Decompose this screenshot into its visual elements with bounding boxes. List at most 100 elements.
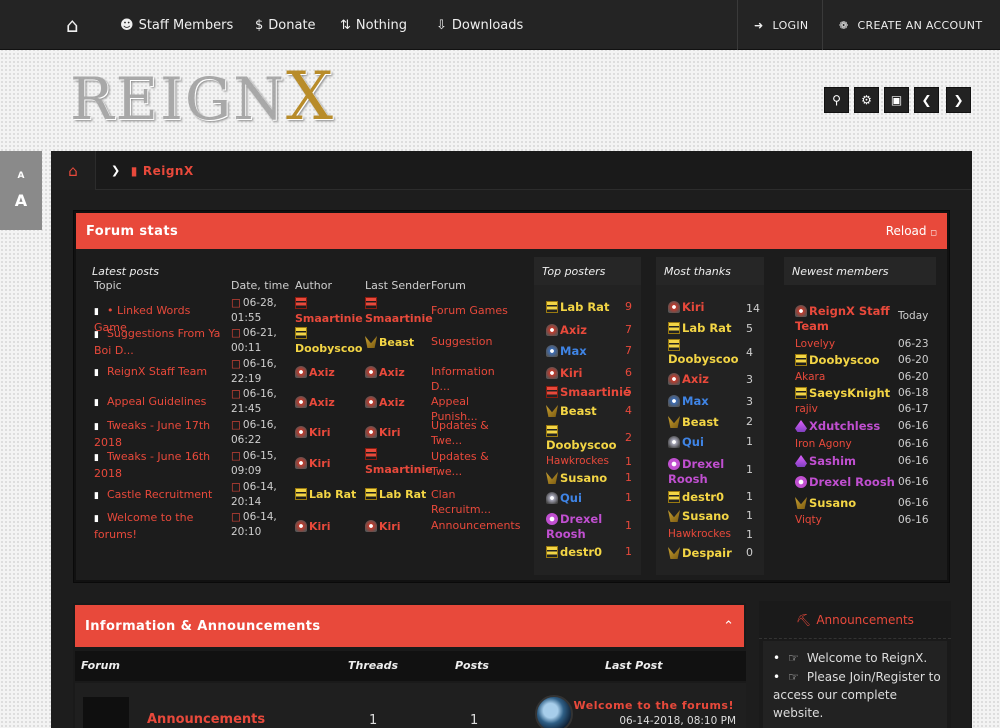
newest-member-name[interactable]: Susano xyxy=(795,496,856,510)
reload-link[interactable]: Reload ◻ xyxy=(886,224,937,238)
announcements-sidebar: ⛏ Announcements • ☞ Welcome to ReignX. • ☞ P… xyxy=(759,601,951,728)
image-button[interactable]: ▣ xyxy=(884,87,909,113)
latest-post-author[interactable]: Kiri xyxy=(295,425,363,440)
top-poster-count: 1 xyxy=(625,471,632,484)
file-icon: ▮ xyxy=(94,491,99,501)
nav-downloads[interactable]: ⇩ Downloads xyxy=(436,0,523,50)
latest-post-topic[interactable]: ▮ Tweaks - June 16th 2018 xyxy=(94,449,224,481)
home-link[interactable]: ⌂ xyxy=(66,0,84,50)
most-thanks-name[interactable]: Despair xyxy=(668,546,732,560)
latest-post-topic[interactable]: ▮ Castle Recruitment xyxy=(94,487,224,504)
top-poster-name[interactable]: Doobyscoo xyxy=(546,424,617,452)
latest-post-sender[interactable]: Axiz xyxy=(365,365,431,380)
most-thanks-name[interactable]: Doobyscoo xyxy=(668,338,739,366)
most-thanks-name[interactable]: Qui xyxy=(668,435,704,449)
newest-member-date: 06-23 xyxy=(898,338,929,350)
latest-post-author[interactable]: Doobyscoo xyxy=(295,326,363,356)
collapse-icon[interactable]: ⌃ xyxy=(723,619,734,634)
nav-donate[interactable]: $ Donate xyxy=(255,0,316,50)
top-poster-name[interactable]: Qui xyxy=(546,491,582,505)
most-thanks-name[interactable]: destr0 xyxy=(668,490,724,504)
forum-link-announcements[interactable]: Announcements xyxy=(147,712,265,727)
latest-post-forum[interactable]: Forum Games xyxy=(431,303,517,318)
top-poster-name[interactable]: Axiz xyxy=(546,323,587,337)
top-poster-name[interactable]: Max xyxy=(546,344,587,358)
latest-post-forum[interactable]: Updates & Twe... xyxy=(431,449,517,479)
newest-member-name[interactable]: Viqty xyxy=(795,514,822,526)
top-poster-name[interactable]: destr0 xyxy=(546,545,602,559)
latest-post-date: □ 06-16, 06:22 xyxy=(231,419,277,446)
chevron-right-icon: ❯ xyxy=(111,164,121,177)
newest-member-name[interactable]: Drexel Roosh xyxy=(795,475,895,489)
search-button[interactable]: ⚲ xyxy=(824,87,849,113)
latest-post-sender[interactable]: Smaartinie xyxy=(365,296,433,326)
most-thanks-name[interactable]: Hawkrockes xyxy=(668,528,731,540)
latest-post-forum[interactable]: Clan Recruitm... xyxy=(431,487,517,517)
newest-member-name[interactable]: Lovelyy xyxy=(795,338,835,350)
site-logo[interactable]: REIGNX xyxy=(70,62,333,134)
latest-post-author[interactable]: Axiz xyxy=(295,395,363,410)
last-post-link[interactable]: Welcome to the forums! xyxy=(574,699,734,712)
most-thanks-name[interactable]: Kiri xyxy=(668,300,704,314)
avatar[interactable] xyxy=(535,695,573,728)
latest-post-sender[interactable]: Kiri xyxy=(365,425,431,440)
latest-post-author[interactable]: Axiz xyxy=(295,365,363,380)
latest-post-forum[interactable]: Information D... xyxy=(431,364,517,394)
latest-post-sender[interactable]: Kiri xyxy=(365,519,431,534)
most-thanks-name[interactable]: Susano xyxy=(668,509,729,523)
latest-post-sender[interactable]: Lab Rat xyxy=(365,487,431,502)
latest-post-forum[interactable]: Suggestion xyxy=(431,334,517,349)
newest-member-name[interactable]: rajiv xyxy=(795,403,818,415)
latest-post-topic[interactable]: ▮ Appeal Guidelines xyxy=(94,394,224,411)
prev-button[interactable]: ❮ xyxy=(914,87,939,113)
newest-member-name[interactable]: ReignX Staff Team xyxy=(795,304,895,334)
latest-post-sender[interactable]: Axiz xyxy=(365,395,431,410)
most-thanks-name[interactable]: Lab Rat xyxy=(668,321,731,335)
most-thanks-name[interactable]: Drexel Roosh xyxy=(668,457,743,487)
settings-button[interactable]: ⚙ xyxy=(854,87,879,113)
login-button[interactable]: ➜ LOGIN xyxy=(737,0,822,50)
latest-post-author[interactable]: Lab Rat xyxy=(295,487,363,502)
create-account-button[interactable]: ❁ CREATE AN ACCOUNT xyxy=(822,0,1000,50)
font-size-widget: A A xyxy=(0,151,42,230)
breadcrumb-home[interactable]: ⌂ xyxy=(51,151,96,190)
top-poster-name[interactable]: Drexel Roosh xyxy=(546,512,616,542)
most-thanks-name[interactable]: Max xyxy=(668,394,709,408)
top-poster-name[interactable]: Lab Rat xyxy=(546,300,609,314)
nav-nothing[interactable]: ⇅ Nothing xyxy=(340,0,407,50)
rank-icon xyxy=(668,301,680,313)
calendar-icon: □ xyxy=(231,388,241,400)
newest-member-name[interactable]: Akara xyxy=(795,371,825,383)
top-poster-name[interactable]: Beast xyxy=(546,404,597,418)
most-thanks-name[interactable]: Axiz xyxy=(668,372,709,386)
latest-post-topic[interactable]: ▮ ReignX Staff Team xyxy=(94,364,224,381)
breadcrumb-item-reignx[interactable]: ❯ ▮ ReignX xyxy=(111,151,194,190)
newest-member-name[interactable]: Iron Agony xyxy=(795,438,852,450)
most-thanks-name[interactable]: Beast xyxy=(668,415,719,429)
nav-staff-members[interactable]: ☻ Staff Members xyxy=(120,0,233,50)
image-icon: ▣ xyxy=(890,93,903,107)
latest-post-forum[interactable]: Announcements xyxy=(431,518,520,533)
latest-post-sender[interactable]: Beast xyxy=(365,335,431,350)
latest-post-topic[interactable]: ▮ Welcome to the forums! xyxy=(94,510,224,542)
latest-post-author[interactable]: Kiri xyxy=(295,519,363,534)
top-poster-name[interactable]: Susano xyxy=(546,471,607,485)
newest-member-name[interactable]: Xdutchless xyxy=(795,419,880,433)
top-poster-name[interactable]: Hawkrockes xyxy=(546,455,609,467)
newest-member-name[interactable]: Doobyscoo xyxy=(795,353,880,367)
latest-post-topic[interactable]: ▮ Tweaks - June 17th 2018 xyxy=(94,418,224,450)
latest-post-forum[interactable]: Updates & Twe... xyxy=(431,418,517,448)
next-button[interactable]: ❯ xyxy=(946,87,971,113)
latest-post-author[interactable]: Smaartinie xyxy=(295,296,363,326)
font-size-small-button[interactable]: A xyxy=(18,171,25,181)
latest-post-topic[interactable]: ▮ Suggestions From Ya Boi D... xyxy=(94,326,224,358)
latest-post-author[interactable]: Kiri xyxy=(295,456,363,471)
top-poster-name[interactable]: Kiri xyxy=(546,366,582,380)
home-icon: ⌂ xyxy=(66,13,79,37)
rank-icon xyxy=(295,396,307,408)
breadcrumb-label: ReignX xyxy=(142,163,194,178)
latest-post-sender[interactable]: Smaartinie xyxy=(365,447,433,477)
newest-member-name[interactable]: Sashim xyxy=(795,454,856,468)
font-size-large-button[interactable]: A xyxy=(15,191,27,210)
newest-member-name[interactable]: SaeysKnight xyxy=(795,386,890,400)
